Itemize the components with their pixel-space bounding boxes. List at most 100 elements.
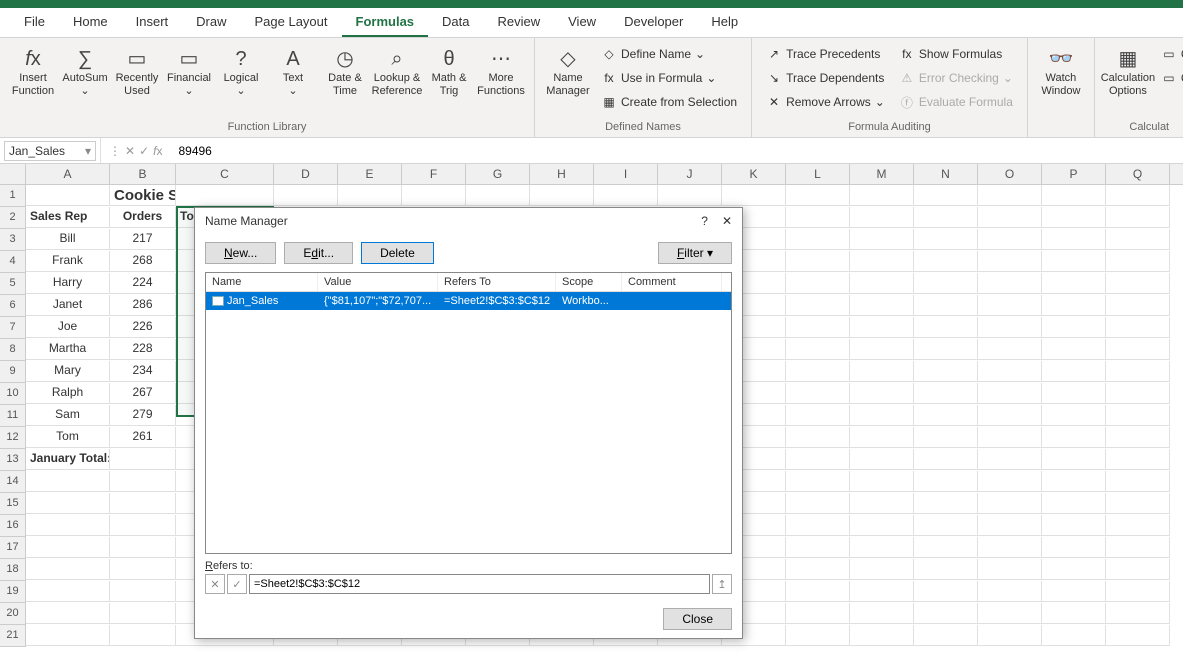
cell[interactable] (850, 185, 914, 206)
cell[interactable]: Frank (26, 251, 110, 272)
cell[interactable]: January Total: (26, 449, 110, 470)
cell[interactable] (914, 339, 978, 360)
cell[interactable] (978, 361, 1042, 382)
cell[interactable] (1042, 295, 1106, 316)
row-header[interactable]: 3 (0, 229, 26, 251)
cell[interactable] (978, 339, 1042, 360)
row-header[interactable]: 20 (0, 603, 26, 625)
col-header[interactable]: J (658, 164, 722, 184)
error-checking-button[interactable]: ⚠Error Checking⌄ (893, 66, 1019, 90)
close-icon[interactable]: ✕ (722, 214, 732, 228)
cell[interactable] (1042, 625, 1106, 646)
confirm-refers-button[interactable]: ✓ (227, 574, 247, 594)
cell[interactable] (110, 493, 176, 514)
cell[interactable] (850, 537, 914, 558)
cell[interactable] (914, 427, 978, 448)
row-header[interactable]: 21 (0, 625, 26, 647)
cell[interactable] (594, 185, 658, 206)
cell[interactable]: 286 (110, 295, 176, 316)
cell[interactable] (786, 295, 850, 316)
cell[interactable] (786, 559, 850, 580)
cell[interactable] (786, 207, 850, 228)
cell[interactable] (1042, 493, 1106, 514)
cell[interactable] (110, 449, 176, 470)
help-icon[interactable]: ? (701, 214, 708, 228)
col-header[interactable]: O (978, 164, 1042, 184)
cell[interactable] (978, 471, 1042, 492)
cancel-icon[interactable]: ✕ (125, 144, 135, 158)
tab-draw[interactable]: Draw (182, 8, 240, 37)
collapse-dialog-button[interactable]: ↥ (712, 574, 732, 594)
cell[interactable]: Harry (26, 273, 110, 294)
cell[interactable] (914, 251, 978, 272)
cell[interactable]: Martha (26, 339, 110, 360)
cell[interactable] (1106, 185, 1170, 206)
row-header[interactable]: 17 (0, 537, 26, 559)
cell[interactable] (1042, 317, 1106, 338)
cell[interactable] (914, 603, 978, 624)
cell[interactable] (1106, 339, 1170, 360)
cell[interactable] (978, 625, 1042, 646)
cell[interactable] (1106, 537, 1170, 558)
cell[interactable] (786, 229, 850, 250)
cell[interactable] (26, 603, 110, 624)
cell[interactable] (850, 317, 914, 338)
cell[interactable] (850, 295, 914, 316)
cell[interactable] (850, 603, 914, 624)
row-header[interactable]: 19 (0, 581, 26, 603)
row-header[interactable]: 6 (0, 295, 26, 317)
cell[interactable] (1042, 471, 1106, 492)
cell[interactable]: Mary (26, 361, 110, 382)
cell[interactable] (26, 625, 110, 646)
cell[interactable] (850, 449, 914, 470)
tab-formulas[interactable]: Formulas (342, 8, 429, 37)
cell[interactable] (850, 383, 914, 404)
cell[interactable] (914, 361, 978, 382)
tab-developer[interactable]: Developer (610, 8, 697, 37)
cell[interactable] (338, 185, 402, 206)
col-header[interactable]: B (110, 164, 176, 184)
cell[interactable] (914, 449, 978, 470)
cell[interactable]: 268 (110, 251, 176, 272)
tab-page-layout[interactable]: Page Layout (241, 8, 342, 37)
math-trig-button[interactable]: θMath & Trig (424, 42, 474, 102)
more-functions-button[interactable]: ⋯More Functions (476, 42, 526, 102)
autosum-button[interactable]: ∑AutoSum⌄ (60, 42, 110, 102)
cell[interactable] (786, 251, 850, 272)
cell[interactable] (110, 471, 176, 492)
cell[interactable] (850, 427, 914, 448)
cell[interactable] (1106, 493, 1170, 514)
trace-dependents-button[interactable]: ↘Trace Dependents (760, 66, 891, 90)
cell[interactable] (786, 427, 850, 448)
col-header[interactable]: H (530, 164, 594, 184)
cell[interactable] (26, 515, 110, 536)
row-header[interactable]: 15 (0, 493, 26, 515)
col-header[interactable]: Q (1106, 164, 1170, 184)
col-header[interactable]: C (176, 164, 274, 184)
cell[interactable] (978, 207, 1042, 228)
row-header[interactable]: 18 (0, 559, 26, 581)
cell[interactable] (978, 581, 1042, 602)
cell[interactable] (914, 493, 978, 514)
cell[interactable] (786, 603, 850, 624)
cell[interactable] (850, 471, 914, 492)
cell[interactable] (1042, 559, 1106, 580)
row-header[interactable]: 13 (0, 449, 26, 471)
col-header[interactable]: L (786, 164, 850, 184)
close-button[interactable]: Close (663, 608, 732, 630)
watch-window-button[interactable]: 👓Watch Window (1036, 42, 1086, 102)
cell[interactable] (1042, 603, 1106, 624)
cell[interactable] (914, 537, 978, 558)
cell[interactable] (850, 559, 914, 580)
financial-button[interactable]: ▭Financial⌄ (164, 42, 214, 102)
cell[interactable] (786, 493, 850, 514)
row-header[interactable]: 8 (0, 339, 26, 361)
cell[interactable] (1042, 427, 1106, 448)
cell[interactable] (176, 185, 274, 206)
cell[interactable] (978, 273, 1042, 294)
cell[interactable] (1106, 427, 1170, 448)
col-scope[interactable]: Scope (556, 273, 622, 291)
cell[interactable] (1106, 559, 1170, 580)
text-button[interactable]: AText⌄ (268, 42, 318, 102)
cell[interactable] (26, 581, 110, 602)
